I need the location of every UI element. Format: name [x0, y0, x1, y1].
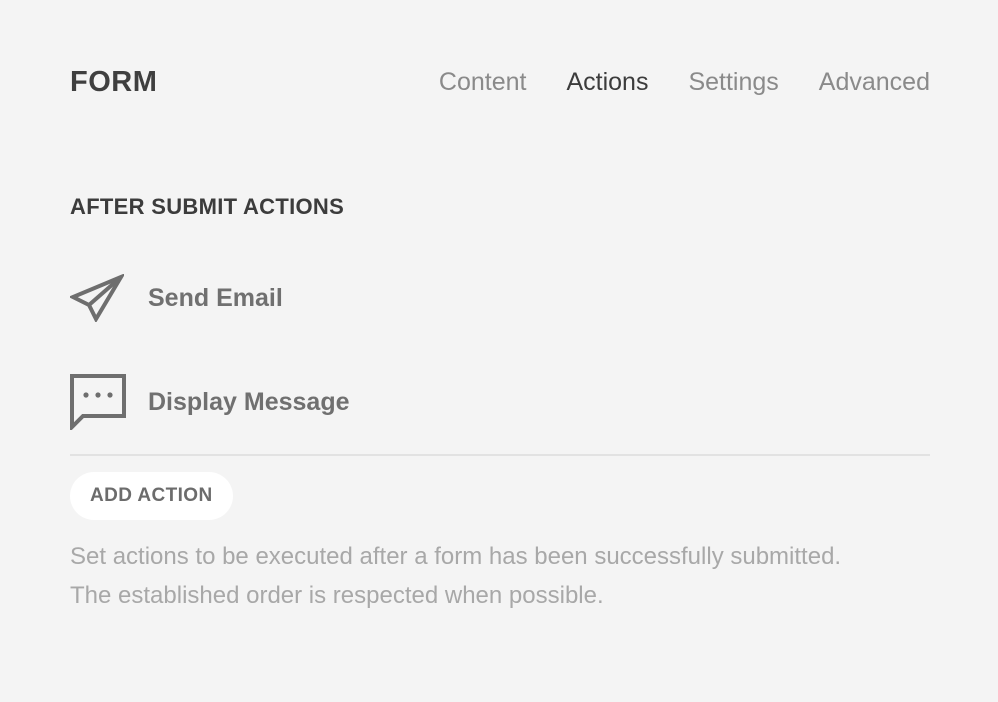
tab-settings[interactable]: Settings	[688, 68, 778, 97]
section-title: AFTER SUBMIT ACTIONS	[70, 194, 345, 219]
panel-title: FORM	[70, 65, 158, 98]
action-label-send-email: Send Email	[148, 283, 283, 312]
tab-advanced[interactable]: Advanced	[819, 68, 930, 97]
action-item-display-message[interactable]: Display Message	[70, 372, 930, 432]
chat-bubble-dots-icon	[70, 374, 126, 430]
divider	[70, 454, 930, 456]
action-label-display-message: Display Message	[148, 387, 350, 416]
paper-plane-icon	[70, 270, 126, 326]
tab-actions[interactable]: Actions	[566, 68, 648, 97]
panel-header: FORM Content Actions Settings Advanced	[70, 58, 930, 106]
tab-content[interactable]: Content	[439, 68, 527, 97]
action-item-send-email[interactable]: Send Email	[70, 268, 930, 328]
form-panel: FORM Content Actions Settings Advanced A…	[70, 0, 930, 702]
tab-bar: Content Actions Settings Advanced	[439, 68, 930, 97]
help-text: Set actions to be executed after a form …	[70, 543, 842, 609]
add-action-button[interactable]: ADD ACTION	[70, 472, 233, 520]
